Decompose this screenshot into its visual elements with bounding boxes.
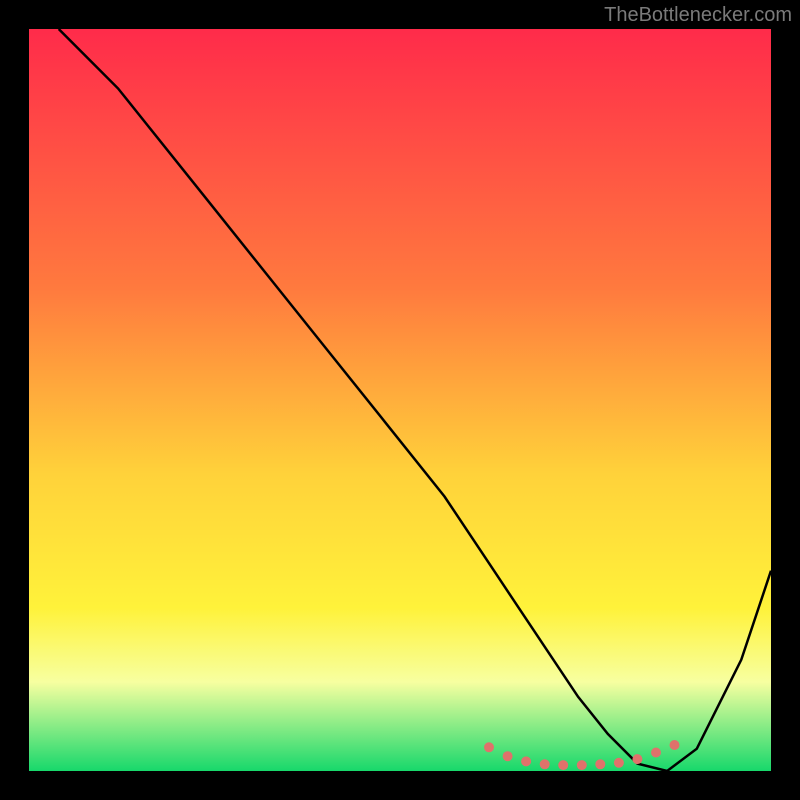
chart-container: TheBottlenecker.com xyxy=(0,0,800,800)
optimum-marker xyxy=(632,754,642,764)
attribution-text: TheBottlenecker.com xyxy=(604,4,792,27)
optimum-marker xyxy=(521,756,531,766)
optimum-marker xyxy=(503,751,513,761)
optimum-marker xyxy=(670,740,680,750)
bottleneck-chart xyxy=(29,29,771,771)
optimum-marker xyxy=(614,758,624,768)
optimum-marker xyxy=(540,759,550,769)
optimum-marker xyxy=(577,760,587,770)
optimum-marker xyxy=(484,742,494,752)
optimum-marker xyxy=(651,748,661,758)
optimum-marker xyxy=(558,760,568,770)
chart-background xyxy=(29,29,771,771)
optimum-marker xyxy=(595,759,605,769)
